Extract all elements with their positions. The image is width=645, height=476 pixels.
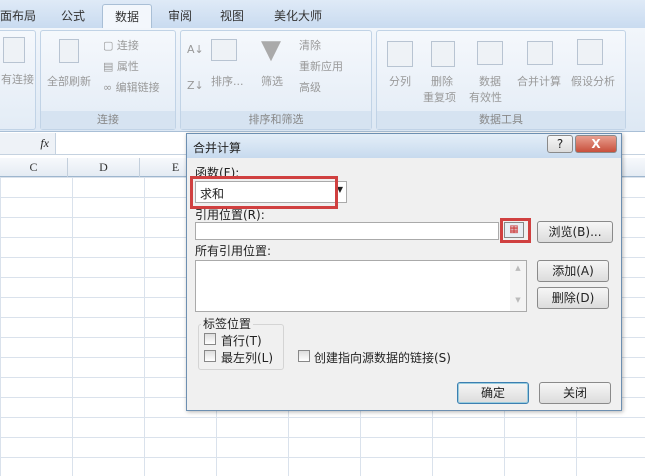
ribbon: 有连接 全部刷新 ▢ 连接 ▤ 属性 ∞ 编辑链接 连接 A↓ Z↓ 排序...… xyxy=(0,28,645,132)
consolidate-dialog: 合并计算 ? X 函数(F): 求和 ▼ 引用位置(R): ▦ 浏览(B)...… xyxy=(186,133,622,411)
highlight-box xyxy=(190,176,338,209)
consolidate-button[interactable]: 合并计算 xyxy=(517,73,561,89)
clear-button[interactable]: 清除 xyxy=(299,37,321,53)
all-references-label: 所有引用位置: xyxy=(195,244,272,258)
what-if-button[interactable]: 假设分析 xyxy=(571,73,615,89)
advanced-button[interactable]: 高级 xyxy=(299,79,321,95)
top-row-label: 首行(T) xyxy=(221,334,262,348)
reference-input[interactable] xyxy=(195,222,499,240)
close-button[interactable]: 关闭 xyxy=(539,382,611,404)
database-icon xyxy=(3,37,25,63)
group-sort-filter: A↓ Z↓ 排序... ▼ 筛选 清除 重新应用 高级 排序和筛选 xyxy=(180,30,372,130)
sort-asc-button[interactable]: A↓ xyxy=(187,43,204,56)
top-row-checkbox[interactable] xyxy=(204,333,216,345)
refresh-icon xyxy=(59,39,79,63)
column-header-c[interactable]: C xyxy=(0,158,68,177)
group-connections: 全部刷新 ▢ 连接 ▤ 属性 ∞ 编辑链接 连接 xyxy=(40,30,176,130)
group-label: 排序和筛选 xyxy=(181,111,371,129)
dialog-title: 合并计算 xyxy=(193,141,242,155)
properties-button[interactable]: ▤ 属性 xyxy=(103,58,139,74)
left-column-label: 最左列(L) xyxy=(221,351,274,365)
reapply-button[interactable]: 重新应用 xyxy=(299,58,343,74)
existing-connections-button[interactable]: 有连接 xyxy=(1,71,34,87)
help-button[interactable]: ? xyxy=(547,135,573,153)
add-button[interactable]: 添加(A) xyxy=(537,260,609,282)
sort-icon xyxy=(211,39,237,61)
tab-data[interactable]: 数据 xyxy=(102,4,152,28)
browse-button[interactable]: 浏览(B)... xyxy=(537,221,613,243)
filter-icon: ▼ xyxy=(261,35,281,65)
connections-label: 连接 xyxy=(116,39,139,52)
left-column-checkbox[interactable] xyxy=(204,350,216,362)
edit-links-label: 编辑链接 xyxy=(115,81,160,94)
create-links-checkbox[interactable] xyxy=(298,350,310,362)
fx-icon[interactable]: fx xyxy=(0,133,56,154)
connections-button[interactable]: ▢ 连接 xyxy=(103,37,139,53)
filter-button[interactable]: 筛选 xyxy=(261,73,283,89)
split-icon xyxy=(387,41,413,67)
sort-button[interactable]: 排序... xyxy=(211,73,244,89)
remove-duplicates-icon xyxy=(431,41,455,67)
remove-duplicates-label2: 重复项 xyxy=(423,91,456,104)
group-existing: 有连接 xyxy=(0,30,36,130)
consolidate-icon xyxy=(527,41,553,65)
close-icon[interactable]: X xyxy=(575,135,617,153)
create-links-label: 创建指向源数据的链接(S) xyxy=(314,351,451,365)
ok-button[interactable]: 确定 xyxy=(457,382,529,404)
tab-review[interactable]: 审阅 xyxy=(160,4,200,28)
what-if-icon xyxy=(577,39,603,65)
data-validation-label2: 有效性 xyxy=(469,91,502,104)
tab-view[interactable]: 视图 xyxy=(212,4,252,28)
delete-button[interactable]: 删除(D) xyxy=(537,287,609,309)
scrollbar[interactable]: ▲ ▼ xyxy=(510,261,526,311)
dialog-titlebar: 合并计算 ? X xyxy=(187,134,621,158)
remove-duplicates-button[interactable]: 删除 xyxy=(431,73,453,89)
column-header-d[interactable]: D xyxy=(68,158,140,177)
validation-icon xyxy=(477,41,503,65)
properties-label: 属性 xyxy=(116,60,139,73)
sort-desc-button[interactable]: Z↓ xyxy=(187,79,204,92)
group-label: 数据工具 xyxy=(377,111,625,129)
refresh-all-button[interactable]: 全部刷新 xyxy=(47,73,91,89)
group-data-tools: 分列 删除 重复项 数据 有效性 合并计算 假设分析 数据工具 xyxy=(376,30,626,130)
tab-formulas[interactable]: 公式 xyxy=(50,4,96,28)
all-references-list[interactable]: ▲ ▼ xyxy=(195,260,527,312)
group-label: 连接 xyxy=(41,111,175,129)
highlight-box xyxy=(500,218,531,243)
label-position-title: 标签位置 xyxy=(201,315,254,332)
tab-beautify[interactable]: 美化大师 xyxy=(268,4,328,28)
reference-label: 引用位置(R): xyxy=(195,208,265,222)
data-validation-button[interactable]: 数据 xyxy=(479,73,501,89)
edit-links-button[interactable]: ∞ 编辑链接 xyxy=(103,79,160,95)
tab-page-layout[interactable]: 面布局 xyxy=(0,4,36,28)
text-to-columns-button[interactable]: 分列 xyxy=(389,73,411,89)
ribbon-tabs: 面布局 公式 数据 审阅 视图 美化大师 xyxy=(0,0,645,28)
